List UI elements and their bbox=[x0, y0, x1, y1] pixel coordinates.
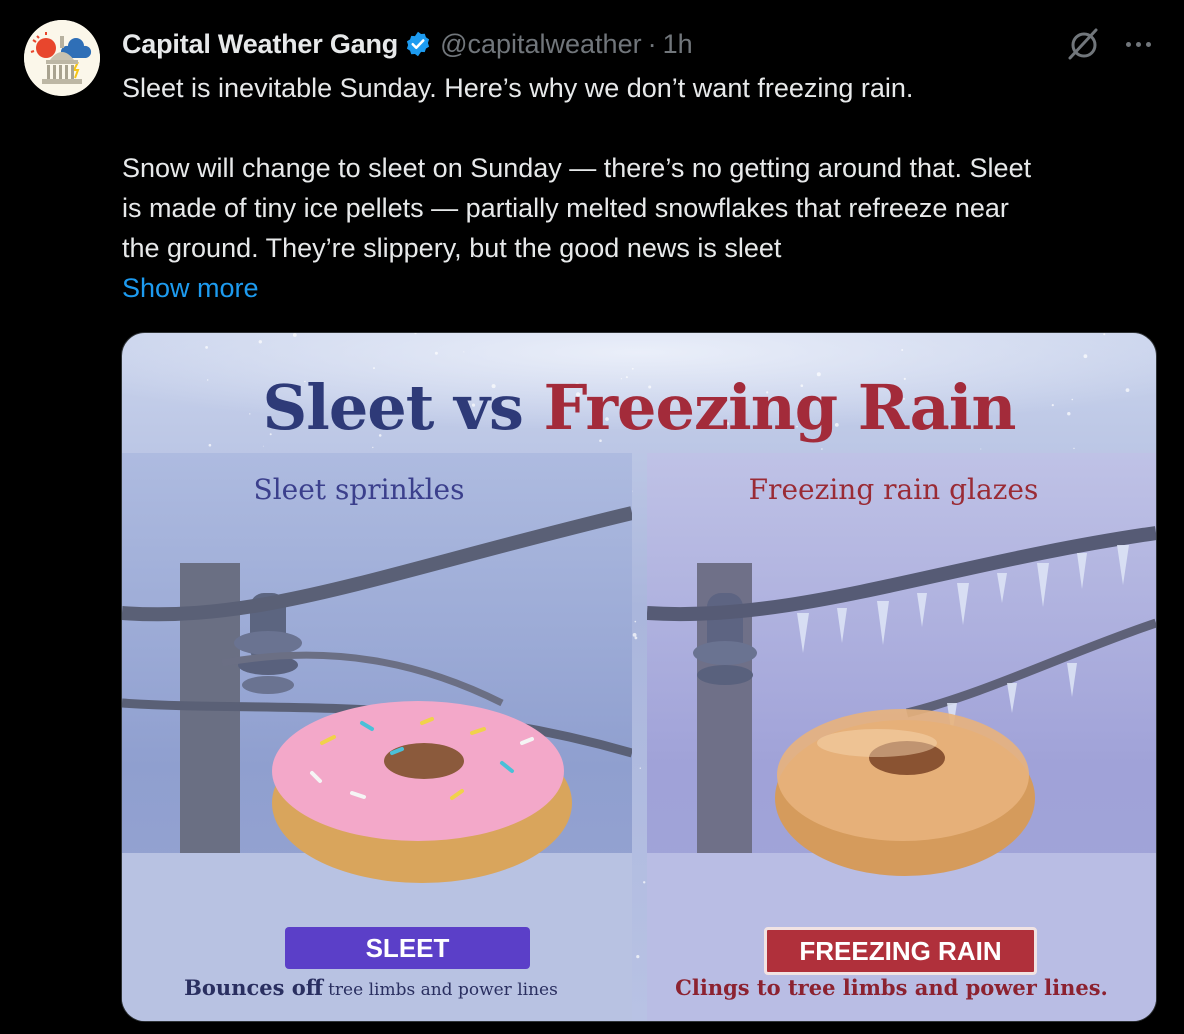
tweet-text: Sleet is inevitable Sunday. Here’s why w… bbox=[122, 68, 1172, 308]
snowflake bbox=[1083, 354, 1088, 359]
snowflake bbox=[634, 620, 637, 623]
snowflake bbox=[901, 349, 904, 351]
freezing-rain-heading: Freezing rain glazes bbox=[748, 473, 1039, 506]
sleet-caption: Bounces off tree limbs and power lines bbox=[122, 975, 626, 1000]
sleet-heading: Sleet sprinkles bbox=[253, 473, 465, 506]
snowflake bbox=[632, 633, 637, 637]
verified-badge-icon[interactable] bbox=[404, 30, 432, 58]
sleet-caption-emphasis: Bounces off bbox=[184, 975, 323, 1000]
snowflake bbox=[258, 340, 262, 344]
avatar[interactable] bbox=[24, 20, 100, 96]
sleet-panel: Sleet sprinkles SLEET Bounces off tree l… bbox=[122, 453, 632, 1021]
snowflake bbox=[643, 881, 646, 884]
infographic-title: Sleet vs Freezing Rain bbox=[122, 371, 1156, 444]
author-handle[interactable]: @capitalweather bbox=[440, 29, 642, 60]
more-icon[interactable] bbox=[1116, 26, 1160, 62]
capital-weather-logo bbox=[24, 20, 100, 96]
snowflake bbox=[821, 448, 823, 450]
snowflake bbox=[634, 636, 638, 640]
snowflake bbox=[1103, 333, 1106, 336]
tweet-text-line: Sleet is inevitable Sunday. Here’s why w… bbox=[122, 73, 914, 103]
tweet-text-line: Snow will change to sleet on Sunday — th… bbox=[122, 153, 1032, 183]
freezing-rain-caption-text: Clings to tree limbs and power lines. bbox=[675, 975, 1108, 1000]
snowflake bbox=[262, 445, 264, 447]
show-more-link[interactable]: Show more bbox=[122, 273, 259, 303]
sleet-badge: SLEET bbox=[285, 927, 530, 969]
freezing-rain-panel: Freezing rain glazes FREEZING RAIN Cling… bbox=[647, 453, 1156, 1021]
freezing-rain-caption: Clings to tree limbs and power lines. bbox=[647, 975, 1146, 1000]
snowflake bbox=[208, 443, 212, 447]
snowflake bbox=[639, 767, 641, 769]
timestamp[interactable]: 1h bbox=[663, 29, 693, 60]
snowflake bbox=[372, 446, 374, 449]
sleet-caption-rest: tree limbs and power lines bbox=[328, 980, 558, 1000]
title-freezing-rain: Freezing Rain bbox=[543, 371, 1016, 444]
snowflake bbox=[636, 955, 640, 959]
title-sleet-vs: Sleet vs bbox=[262, 371, 524, 444]
snowflake bbox=[980, 448, 982, 450]
snowflake bbox=[434, 351, 438, 355]
snowflake bbox=[205, 346, 208, 349]
freezing-rain-badge: FREEZING RAIN bbox=[764, 927, 1037, 975]
tweet-header: Capital Weather Gang @capitalweather · 1… bbox=[122, 24, 693, 64]
separator-dot: · bbox=[647, 28, 657, 59]
author-display-name[interactable]: Capital Weather Gang bbox=[122, 29, 398, 60]
snowflake bbox=[1073, 447, 1075, 450]
tweet-text-line: the ground. They’re slippery, but the go… bbox=[122, 233, 782, 263]
snowflake bbox=[631, 367, 634, 370]
snowflake bbox=[292, 333, 297, 337]
snowflake bbox=[373, 367, 375, 370]
tweet-text-line: is made of tiny ice pellets — partially … bbox=[122, 193, 1009, 223]
snowflake bbox=[463, 351, 465, 353]
snowflake bbox=[1154, 342, 1155, 344]
tweet-media-image[interactable]: Sleet vs Freezing Rain Sleet sprinkles S… bbox=[121, 332, 1157, 1022]
grok-icon[interactable] bbox=[1064, 24, 1104, 64]
